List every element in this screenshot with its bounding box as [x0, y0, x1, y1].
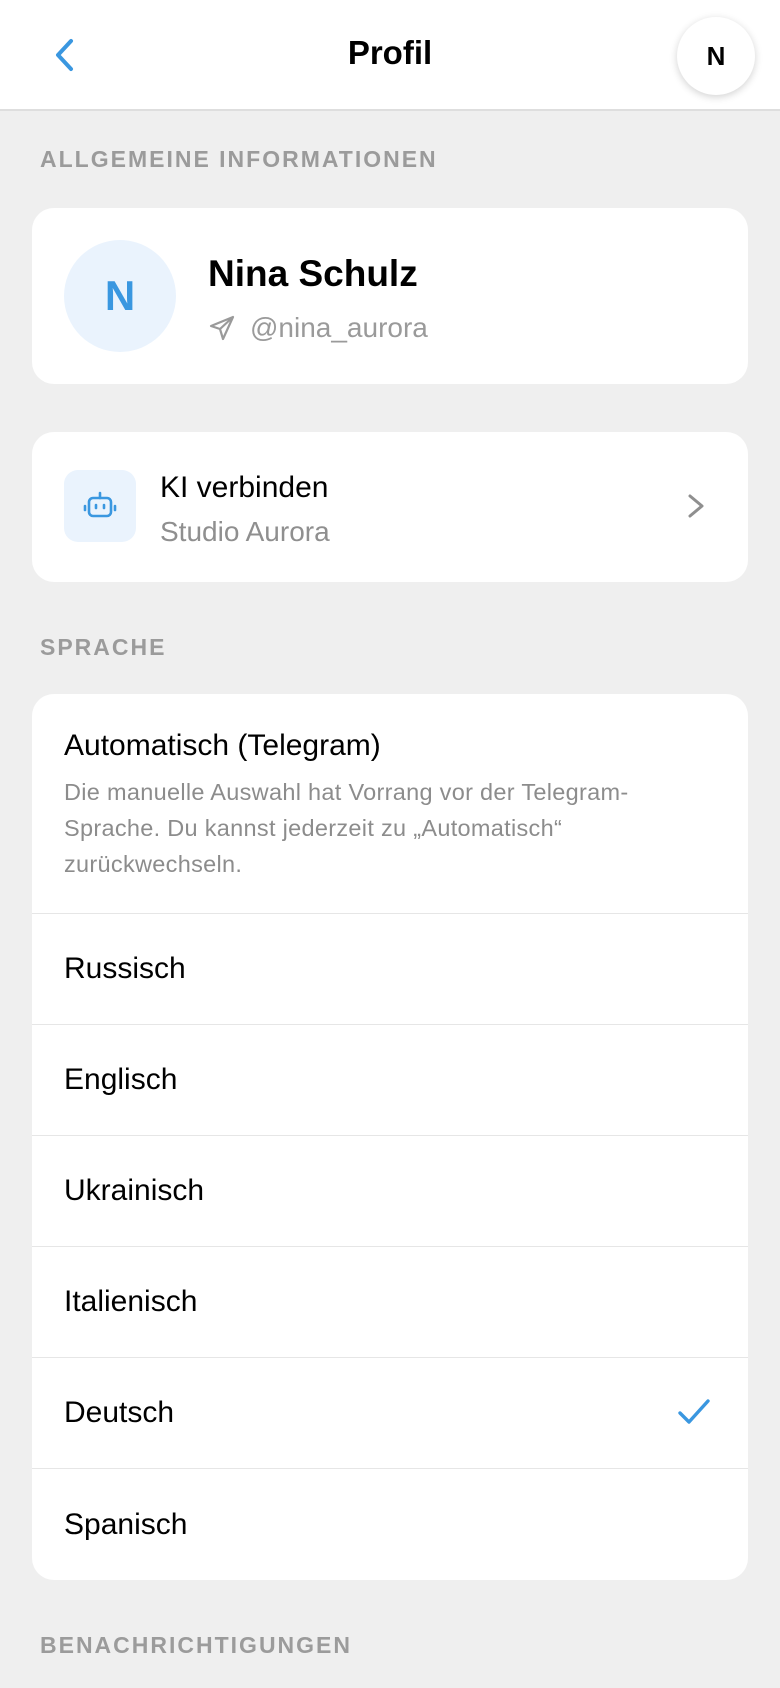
ai-connect-subtitle: Studio Aurora	[160, 516, 330, 547]
language-option-deutsch[interactable]: Deutsch	[32, 1358, 748, 1469]
section-label-general: ALLGEMEINE INFORMATIONEN	[40, 146, 438, 172]
language-option-italienisch[interactable]: Italienisch	[32, 1247, 748, 1358]
language-option-label: Russisch	[64, 952, 186, 985]
chevron-right-icon	[688, 494, 704, 518]
language-option-ukrainisch[interactable]: Ukrainisch	[32, 1136, 748, 1247]
language-option-label: Italienisch	[64, 1285, 198, 1318]
robot-icon	[83, 491, 117, 518]
section-label-notifications: BENACHRICHTIGUNGEN	[40, 1632, 352, 1658]
language-option-label: Ukrainisch	[64, 1174, 205, 1207]
account-avatar-button[interactable]: N	[677, 17, 755, 95]
language-option-spanisch[interactable]: Spanisch	[32, 1469, 748, 1580]
language-option-englisch[interactable]: Englisch	[32, 1025, 748, 1136]
profile-card: N Nina Schulz @nina_aurora	[32, 208, 748, 384]
language-option-label: Deutsch	[64, 1396, 175, 1429]
language-option-russisch[interactable]: Russisch	[32, 914, 748, 1025]
profile-avatar: N	[64, 240, 176, 352]
section-label-language: SPRACHE	[40, 634, 167, 660]
page-title: Profil	[347, 34, 433, 71]
language-automatic-description: Die manuelle Auswahl hat Vorrang vor der…	[64, 779, 629, 877]
top-bar: Profil N	[0, 0, 780, 111]
profile-name: Nina Schulz	[208, 253, 418, 294]
language-card: Automatisch (Telegram) Die manuelle Ausw…	[32, 694, 748, 1580]
ai-connect-row[interactable]: KI verbinden Studio Aurora	[32, 432, 748, 582]
language-option-automatic[interactable]: Automatisch (Telegram) Die manuelle Ausw…	[32, 694, 748, 914]
checkmark-icon	[678, 1399, 710, 1424]
language-option-label: Spanisch	[64, 1507, 188, 1541]
profile-handle: @nina_aurora	[250, 312, 428, 343]
profile-handle-row: @nina_aurora	[208, 308, 428, 348]
send-icon	[209, 315, 235, 341]
ai-connect-title: KI verbinden	[160, 471, 329, 504]
language-option-label: Englisch	[64, 1063, 178, 1096]
language-automatic-title: Automatisch (Telegram)	[64, 729, 381, 762]
ai-icon-box	[64, 470, 136, 542]
